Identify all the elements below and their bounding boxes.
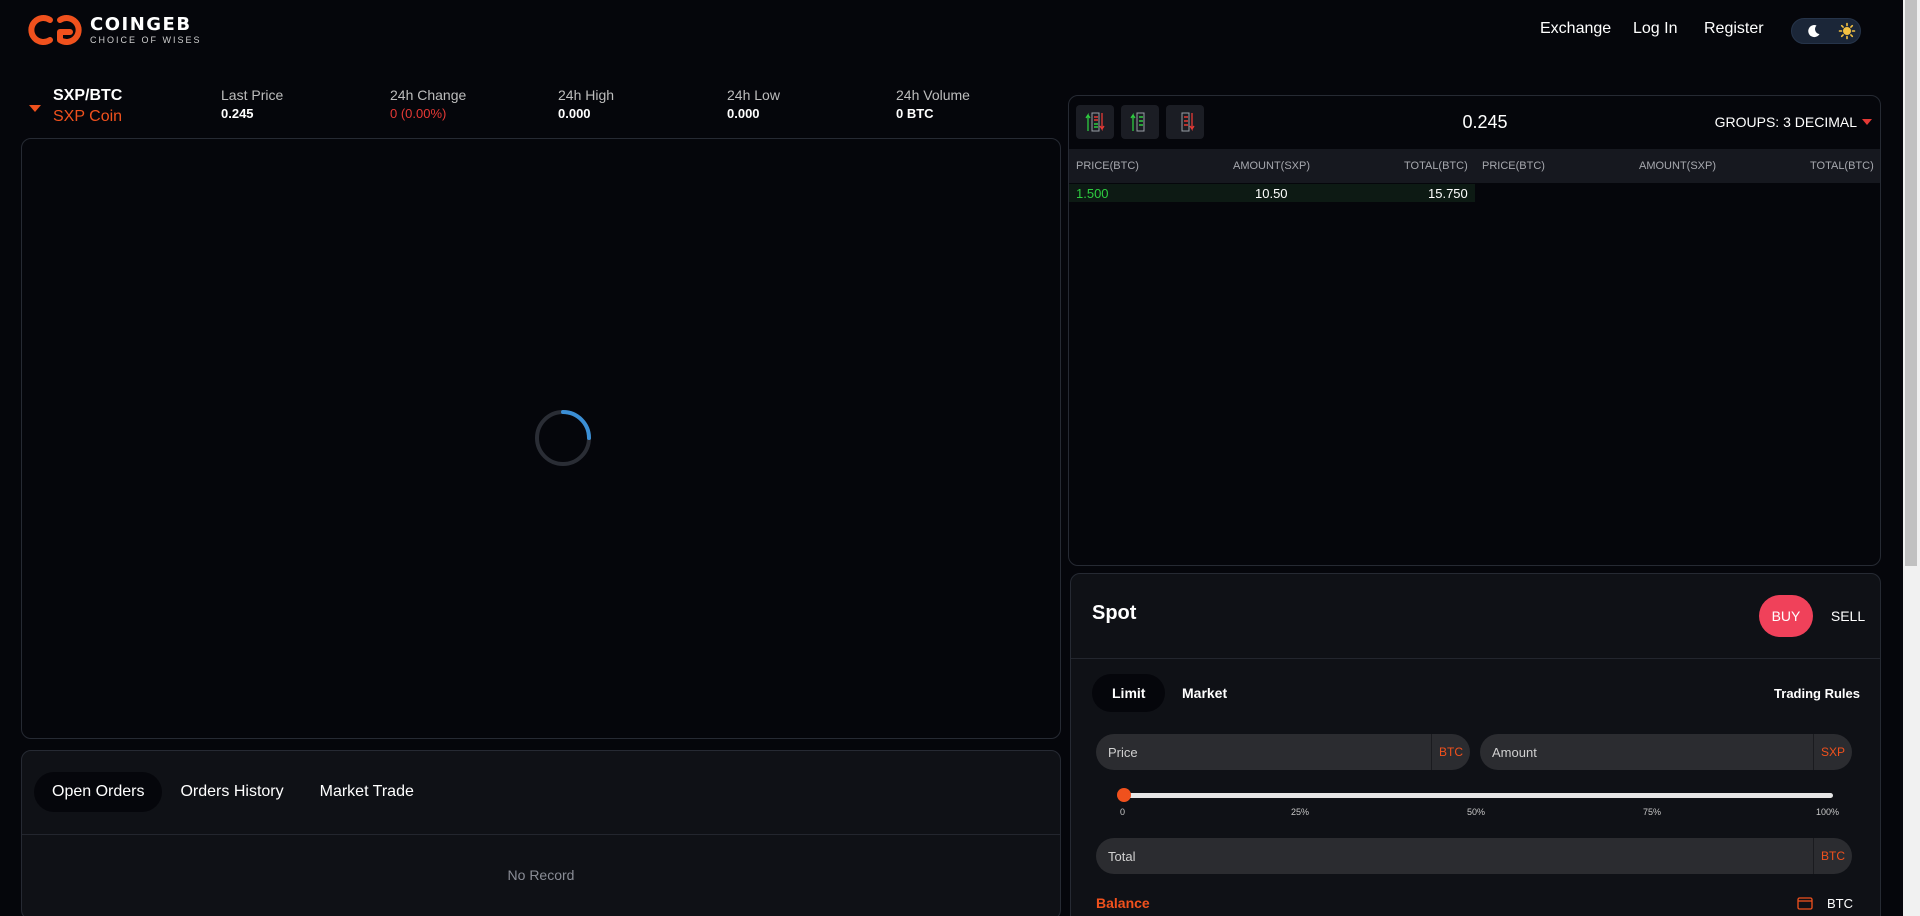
bid-price-column-header: PRICE(BTC) [1076, 160, 1139, 172]
slider-tick-100: 100% [1816, 807, 1840, 817]
change-24h-label: 24h Change [390, 87, 467, 103]
tab-open-orders[interactable]: Open Orders [34, 772, 163, 812]
page-scrollbar-thumb[interactable] [1905, 0, 1917, 566]
buy-button[interactable]: BUY [1759, 595, 1813, 637]
orders-divider [22, 834, 1060, 835]
chevron-down-icon [1862, 119, 1872, 125]
high-24h-value: 0.000 [558, 106, 591, 121]
amount-percent-slider[interactable] [1123, 793, 1833, 798]
buy-book-icon [1130, 112, 1145, 132]
balance-unit: BTC [1827, 896, 1853, 911]
orders-panel: Open Orders Orders History Market Trade … [21, 750, 1061, 916]
groups-label: GROUPS: 3 DECIMAL [1714, 114, 1857, 130]
spot-title: Spot [1092, 602, 1137, 624]
volume-24h-label: 24h Volume [896, 87, 970, 103]
ask-price-column-header: PRICE(BTC) [1482, 160, 1545, 172]
amount-input[interactable]: Amount SXP [1480, 734, 1852, 770]
nav-login[interactable]: Log In [1633, 20, 1677, 38]
orderbook-view-both-button[interactable] [1076, 105, 1114, 139]
low-24h-label: 24h Low [727, 87, 780, 103]
orderbook-header: PRICE(BTC) AMOUNT(SXP) TOTAL(BTC) PRICE(… [1069, 149, 1880, 183]
orders-tabs: Open Orders Orders History Market Trade [34, 772, 432, 812]
total-input-placeholder[interactable]: Total [1096, 849, 1813, 864]
coingeb-logo-icon [28, 15, 82, 45]
moon-icon [1808, 25, 1820, 38]
pair-symbol[interactable]: SXP/BTC [53, 87, 122, 105]
slider-tick-25: 25% [1291, 807, 1310, 817]
ask-amount-column-header: AMOUNT(SXP) [1639, 160, 1716, 172]
sell-button[interactable]: SELL [1823, 595, 1873, 637]
slider-tick-75: 75% [1643, 807, 1662, 817]
groups-dropdown[interactable]: GROUPS: 3 DECIMAL [1715, 114, 1872, 130]
nav-exchange-label[interactable]: Exchange [1540, 20, 1611, 38]
loading-spinner-icon [535, 410, 591, 466]
last-price-value: 0.245 [221, 106, 254, 121]
orderbook-panel: 0.245 GROUPS: 3 DECIMAL PRICE(BTC) AMOUN… [1068, 95, 1881, 566]
nav-register[interactable]: Register [1704, 20, 1764, 38]
amount-input-placeholder[interactable]: Amount [1480, 745, 1813, 760]
price-input-placeholder[interactable]: Price [1096, 745, 1431, 760]
bid-price: 1.500 [1076, 186, 1109, 201]
theme-toggle[interactable] [1791, 18, 1861, 44]
change-24h-value: 0 (0.00%) [390, 106, 447, 121]
price-unit-label: BTC [1431, 734, 1470, 770]
tab-limit[interactable]: Limit [1092, 674, 1166, 712]
trading-rules-link[interactable]: Trading Rules [1774, 686, 1860, 701]
bid-total: 15.750 [1428, 186, 1468, 201]
pair-dropdown-caret-icon[interactable] [29, 105, 41, 112]
nav-exchange[interactable]: Exchange [1540, 20, 1611, 38]
orderbook-view-sell-button[interactable] [1166, 105, 1204, 139]
spot-divider [1071, 658, 1880, 659]
price-chart-panel[interactable] [21, 138, 1061, 739]
volume-24h-value: 0 BTC [896, 106, 934, 121]
slider-tick-0: 0 [1120, 807, 1126, 817]
slider-handle[interactable] [1117, 788, 1131, 802]
orderbook-view-buy-button[interactable] [1121, 105, 1159, 139]
orderbook-current-price: 0.245 [1462, 112, 1508, 132]
nav-login-label[interactable]: Log In [1633, 20, 1677, 38]
tab-market-trade[interactable]: Market Trade [302, 772, 432, 812]
orders-empty-text: No Record [507, 867, 575, 883]
brand-tagline: CHOICE OF WISES [90, 34, 202, 45]
brand-logo[interactable]: COINGEB CHOICE OF WISES [26, 12, 202, 48]
bid-amount: 10.50 [1255, 186, 1288, 201]
last-price-label: Last Price [221, 87, 284, 103]
bid-total-column-header: TOTAL(BTC) [1404, 160, 1468, 172]
pair-coin-name: SXP Coin [53, 108, 123, 125]
bid-amount-column-header: AMOUNT(SXP) [1233, 160, 1310, 172]
sell-book-icon [1181, 112, 1195, 132]
brand-name: COINGEB [90, 13, 192, 35]
wallet-icon[interactable] [1797, 896, 1813, 910]
ask-total-column-header: TOTAL(BTC) [1810, 160, 1874, 172]
low-24h-value: 0.000 [727, 106, 760, 121]
slider-tick-50: 50% [1467, 807, 1486, 817]
both-book-icon [1085, 112, 1105, 132]
price-input[interactable]: Price BTC [1096, 734, 1470, 770]
tab-market[interactable]: Market [1162, 674, 1247, 712]
balance-label: Balance [1096, 895, 1150, 911]
bid-row[interactable]: 1.500 10.50 15.750 [1069, 184, 1475, 202]
spot-trade-panel: Spot BUY SELL Limit Market Trading Rules… [1070, 573, 1881, 916]
high-24h-label: 24h High [558, 87, 615, 103]
amount-unit-label: SXP [1813, 734, 1852, 770]
sun-icon [1838, 22, 1856, 40]
total-input[interactable]: Total BTC [1096, 838, 1852, 874]
nav-register-label[interactable]: Register [1704, 20, 1764, 38]
total-unit-label: BTC [1813, 838, 1852, 874]
tab-orders-history[interactable]: Orders History [162, 772, 301, 812]
